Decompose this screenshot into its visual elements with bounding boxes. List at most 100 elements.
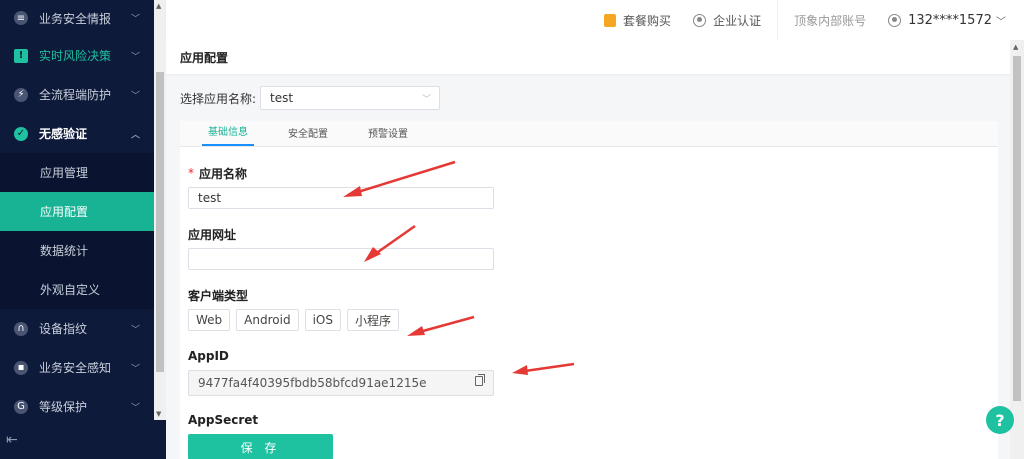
enterprise-cert-link[interactable]: 企业认证 [693, 12, 761, 29]
chevron-down-icon: ﹀ [130, 403, 140, 413]
chip-label: Android [244, 313, 291, 327]
package-purchase-link[interactable]: 套餐购买 [604, 12, 671, 29]
sidebar-item-business-intel[interactable]: ≡ 业务安全情报 ﹀ [0, 0, 154, 36]
page-title: 应用配置 [166, 40, 1010, 75]
app-name-value: test [198, 191, 222, 205]
appid-value: 9477fa4f40395fbdb58bfcd91ae1215e [198, 376, 427, 390]
sidebar-item-level-protection[interactable]: G 等级保护 ﹀ [0, 387, 154, 420]
sidebar-item-business-perception[interactable]: ▪ 业务安全感知 ﹀ [0, 348, 154, 387]
tab-alert-settings[interactable]: 预警设置 [362, 125, 414, 146]
sidebar-item-label: 业务安全情报 [39, 11, 112, 26]
help-button[interactable]: ? [986, 406, 1014, 434]
client-type-label-text: 客户端类型 [188, 288, 249, 303]
scroll-down-icon[interactable]: ▼ [156, 410, 161, 418]
tab-label: 安全配置 [288, 129, 328, 140]
client-type-miniprogram[interactable]: 小程序 [346, 309, 399, 331]
sidebar-scroll-thumb[interactable] [156, 72, 164, 372]
g-icon: G [14, 399, 28, 414]
chip-label: 小程序 [354, 313, 391, 328]
app-select-label: 选择应用名称: [180, 91, 257, 106]
tab-label: 基础信息 [208, 127, 248, 138]
app-select-row: 选择应用名称: test ﹀ [180, 86, 441, 110]
save-button[interactable]: 保 存 [188, 434, 333, 459]
sidebar-item-label: 无感验证 [39, 127, 88, 141]
chevron-down-icon: ﹀ [422, 94, 432, 105]
app-url-label-text: 应用网址 [188, 227, 237, 242]
client-type-ios[interactable]: iOS [304, 309, 341, 331]
chevron-down-icon: ﹀ [996, 16, 1006, 28]
sidebar-item-label: 业务安全感知 [39, 361, 112, 375]
main-scrollbar[interactable]: ▲ [1010, 40, 1024, 459]
client-type-web[interactable]: Web [188, 309, 231, 331]
sidebar-item-device-fingerprint[interactable]: ∩ 设备指纹 ﹀ [0, 309, 154, 348]
appid-field: 9477fa4f40395fbdb58bfcd91ae1215e [188, 370, 494, 396]
appid-label: AppID [188, 348, 494, 364]
app-url-input[interactable] [188, 248, 494, 270]
chevron-down-icon: ﹀ [130, 364, 140, 374]
chevron-down-icon: ﹀ [130, 52, 140, 62]
save-button-label: 保 存 [240, 440, 281, 455]
user-circle-icon [693, 13, 707, 27]
sidebar-item-label: 设备指纹 [39, 322, 88, 336]
scroll-up-icon[interactable]: ▲ [156, 2, 161, 10]
package-label: 套餐购买 [623, 13, 672, 28]
page-title-text: 应用配置 [180, 50, 229, 65]
main-content: 选择应用名称: test ﹀ 基础信息 安全配置 预警设置 * 应用名称 tes… [166, 76, 1010, 459]
sidebar-subitem-label: 数据统计 [40, 244, 89, 258]
sidebar-item-label: 实时风险决策 [39, 49, 112, 63]
sidebar-subitem-app-manage[interactable]: 应用管理 [0, 153, 154, 192]
required-mark: * [188, 166, 194, 180]
scroll-up-icon[interactable]: ▲ [1013, 43, 1018, 51]
config-card: 基础信息 安全配置 预警设置 * 应用名称 test 应用网址 客户端类型 We… [180, 121, 998, 459]
top-header: 套餐购买 企业认证 顶象内部账号 132****1572 ﹀ [166, 0, 1024, 40]
appsecret-label: AppSecret [188, 412, 494, 428]
appsecret-label-text: AppSecret [188, 413, 259, 427]
app-name-label: * 应用名称 [188, 165, 494, 181]
header-divider [777, 0, 779, 40]
chip-label: iOS [312, 313, 333, 327]
chevron-down-icon: ﹀ [130, 14, 140, 25]
tab-security-config[interactable]: 安全配置 [282, 125, 334, 146]
client-type-options: Web Android iOS 小程序 [188, 309, 494, 331]
cert-label: 企业认证 [713, 13, 762, 28]
client-type-android[interactable]: Android [236, 309, 299, 331]
basic-info-form: * 应用名称 test 应用网址 客户端类型 Web Android iOS 小… [188, 161, 494, 459]
user-phone: 132****1572 [908, 12, 992, 28]
app-select[interactable]: test ﹀ [260, 86, 441, 110]
sidebar-subitem-appearance[interactable]: 外观自定义 [0, 270, 154, 309]
list-icon: ≡ [14, 11, 28, 25]
sidebar-item-risk-decision[interactable]: ! 实时风险决策 ﹀ [0, 36, 154, 75]
chevron-down-icon: ﹀ [130, 91, 140, 101]
sidebar-subitem-label: 外观自定义 [40, 283, 101, 297]
client-type-label: 客户端类型 [188, 287, 494, 303]
package-icon [604, 13, 617, 27]
sidebar-item-endpoint-protection[interactable]: ⚡ 全流程端防护 ﹀ [0, 75, 154, 114]
sidebar-item-captcha[interactable]: ✓ 无感验证 ︿ [0, 114, 154, 153]
app-name-input[interactable]: test [188, 187, 494, 209]
chip-label: Web [196, 313, 223, 327]
sidebar-subitem-statistics[interactable]: 数据统计 [0, 231, 154, 270]
sidebar-item-label: 全流程端防护 [39, 88, 112, 102]
app-name-label-text: 应用名称 [199, 166, 248, 181]
shield-icon: ⚡ [14, 87, 28, 102]
sidebar-scrollbar[interactable]: ▲ ▼ [154, 0, 166, 420]
app-select-value: test [270, 91, 294, 105]
user-menu[interactable]: 132****1572 ﹀ [888, 13, 1006, 28]
help-icon: ? [995, 410, 1005, 430]
main-scroll-thumb[interactable] [1013, 56, 1021, 401]
monitor-icon: ▪ [14, 360, 28, 375]
avatar-icon [888, 13, 902, 27]
fingerprint-icon: ∩ [14, 321, 28, 336]
sidebar-subitem-app-config[interactable]: 应用配置 [0, 192, 154, 231]
check-icon: ✓ [14, 126, 28, 141]
sidebar: ≡ 业务安全情报 ﹀ ! 实时风险决策 ﹀ ⚡ 全流程端防护 ﹀ ✓ 无感验证 … [0, 0, 166, 459]
copy-icon[interactable] [475, 374, 485, 386]
sidebar-subitem-label: 应用配置 [40, 205, 89, 219]
app-url-label: 应用网址 [188, 226, 494, 242]
menu-collapse-icon[interactable]: ⇤ [6, 432, 18, 448]
tab-label: 预警设置 [368, 129, 408, 140]
account-type-label: 顶象内部账号 [794, 13, 867, 28]
sidebar-footer: ⇤ [0, 420, 166, 459]
sidebar-item-label: 等级保护 [39, 400, 88, 414]
tab-basic-info[interactable]: 基础信息 [202, 123, 254, 146]
